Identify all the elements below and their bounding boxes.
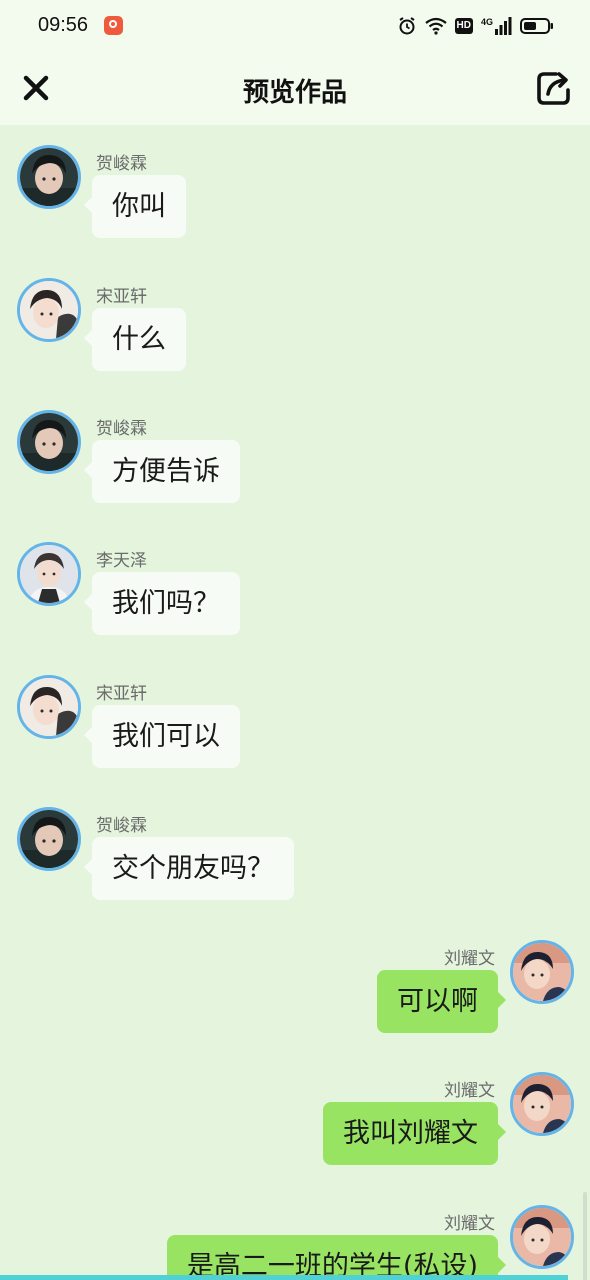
sender-name: 刘耀文 — [444, 949, 495, 969]
avatar[interactable] — [17, 807, 81, 871]
hd-icon: HD — [454, 18, 473, 34]
status-bar: 09:56 HD 4G — [0, 0, 590, 52]
network-type-label: 4G — [480, 17, 493, 27]
message-bubble[interactable]: 可以啊 — [377, 970, 506, 1033]
message-bubble[interactable]: 是高二一班的学生(私设) — [166, 1235, 507, 1280]
message-bubble[interactable]: 你叫 — [84, 175, 186, 238]
battery-icon — [520, 18, 553, 34]
status-time: 09:56 — [38, 14, 89, 36]
status-icons: HD 4G — [397, 14, 554, 38]
sender-name: 贺峻霖 — [96, 154, 147, 174]
message-bubble[interactable]: 我们吗？ — [84, 572, 240, 635]
message-bubble[interactable]: 什么 — [84, 308, 186, 371]
chat-list[interactable]: 贺峻霖 你叫 宋亚轩 什么 贺峻霖 方便告诉 李天泽 我们吗？ 宋亚轩 我们可以… — [0, 125, 590, 1280]
bottom-progress-bar — [0, 1275, 568, 1280]
message-bubble[interactable]: 我叫刘耀文 — [323, 1102, 506, 1165]
avatar[interactable] — [510, 940, 574, 1004]
alarm-icon — [398, 17, 415, 35]
avatar[interactable] — [17, 675, 81, 739]
sender-name: 宋亚轩 — [96, 287, 147, 307]
page-title: 预览作品 — [242, 78, 347, 108]
avatar[interactable] — [510, 1205, 574, 1269]
signal-bars-icon — [495, 17, 512, 35]
avatar[interactable] — [17, 278, 81, 342]
message-bubble[interactable]: 方便告诉 — [84, 440, 240, 503]
message-bubble[interactable]: 我们可以 — [84, 705, 240, 768]
sender-name: 李天泽 — [96, 551, 147, 571]
share-icon — [537, 72, 570, 105]
sender-name: 贺峻霖 — [96, 419, 147, 439]
share-button[interactable] — [534, 68, 574, 108]
message-bubble[interactable]: 交个朋友吗？ — [84, 837, 294, 900]
header: 预览作品 — [0, 52, 590, 125]
avatar[interactable] — [17, 145, 81, 209]
scrollbar[interactable] — [583, 1192, 587, 1280]
wifi-icon — [424, 17, 447, 35]
avatar[interactable] — [17, 542, 81, 606]
sender-name: 宋亚轩 — [96, 684, 147, 704]
avatar[interactable] — [17, 410, 81, 474]
avatar[interactable] — [510, 1072, 574, 1136]
sender-name: 刘耀文 — [444, 1081, 495, 1101]
app-notification-icon — [104, 16, 123, 35]
cellular-signal-icon: 4G — [481, 17, 512, 35]
sender-name: 贺峻霖 — [96, 816, 147, 836]
sender-name: 刘耀文 — [444, 1214, 495, 1234]
